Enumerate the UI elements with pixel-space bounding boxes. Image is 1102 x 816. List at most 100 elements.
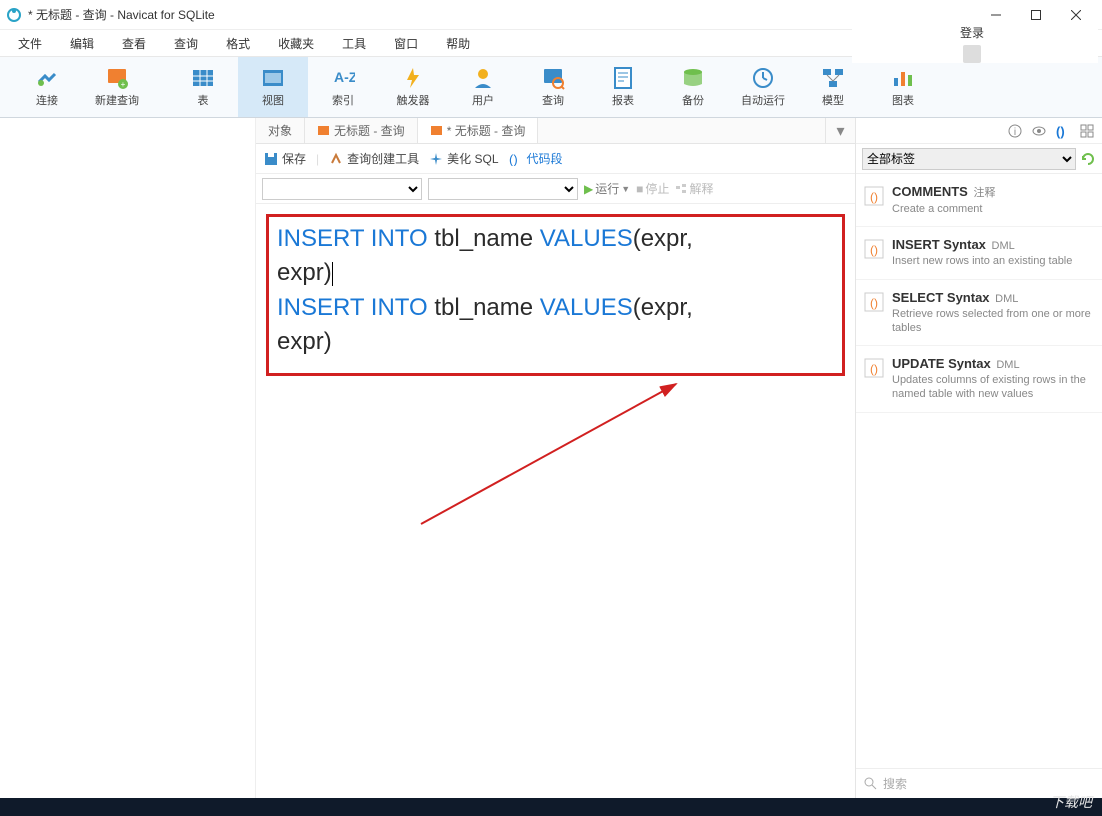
explain-button[interactable]: 解释 bbox=[675, 180, 713, 197]
svg-text:+: + bbox=[121, 80, 126, 89]
report-icon bbox=[611, 66, 635, 90]
menu-file[interactable]: 文件 bbox=[4, 35, 56, 52]
chevron-down-icon: ▼ bbox=[621, 184, 630, 194]
brackets-icon: () bbox=[509, 152, 523, 166]
menu-help[interactable]: 帮助 bbox=[432, 35, 484, 52]
menu-window[interactable]: 窗口 bbox=[380, 35, 432, 52]
chart-icon bbox=[891, 66, 915, 90]
sql-editor[interactable]: INSERT INTO tbl_name VALUES(expr, expr) … bbox=[256, 204, 855, 798]
info-icon[interactable]: i bbox=[1008, 124, 1022, 138]
query-tab-icon bbox=[430, 124, 443, 137]
plug-icon bbox=[35, 66, 59, 90]
right-panel-header: i () bbox=[856, 118, 1102, 144]
code-snippet-button[interactable]: ()代码段 bbox=[509, 150, 563, 167]
toolbar-model[interactable]: 模型 bbox=[798, 57, 868, 117]
toolbar-index[interactable]: A-Z索引 bbox=[308, 57, 378, 117]
toolbar-user[interactable]: 用户 bbox=[448, 57, 518, 117]
snippet-list: () COMMENTS 注释Create a comment () INSERT… bbox=[856, 174, 1102, 768]
eye-icon[interactable] bbox=[1032, 124, 1046, 138]
snippet-item[interactable]: () UPDATE Syntax DMLUpdates columns of e… bbox=[856, 346, 1102, 413]
sparkle-icon bbox=[429, 152, 443, 166]
svg-text:(): () bbox=[870, 190, 878, 204]
tab-dropdown-button[interactable]: ▾ bbox=[825, 118, 855, 143]
snippet-item[interactable]: () COMMENTS 注释Create a comment bbox=[856, 174, 1102, 227]
center-panel: 对象 无标题 - 查询 * 无标题 - 查询 ▾ 保存 | 查询创建工具 美化 … bbox=[256, 118, 856, 798]
toolbar-query[interactable]: 查询 bbox=[518, 57, 588, 117]
table-icon bbox=[191, 66, 215, 90]
menu-edit[interactable]: 编辑 bbox=[56, 35, 108, 52]
tab-untitled-2[interactable]: * 无标题 - 查询 bbox=[418, 118, 539, 143]
query-icon bbox=[541, 66, 565, 90]
grid-icon[interactable] bbox=[1080, 124, 1094, 138]
builder-icon bbox=[329, 152, 343, 166]
tag-filter-row: 全部标签 bbox=[856, 144, 1102, 174]
toolbar-newquery[interactable]: +新建查询 bbox=[82, 57, 152, 117]
svg-text:i: i bbox=[1014, 127, 1016, 138]
index-icon: A-Z bbox=[331, 66, 355, 90]
query-tab-icon bbox=[317, 124, 330, 137]
tab-untitled-1[interactable]: 无标题 - 查询 bbox=[305, 118, 418, 143]
search-icon bbox=[864, 777, 877, 790]
play-icon: ▶ bbox=[584, 182, 593, 196]
toolbar-chart[interactable]: 图表 bbox=[868, 57, 938, 117]
svg-text:(): () bbox=[870, 296, 878, 310]
brackets-icon[interactable]: () bbox=[1056, 124, 1070, 138]
save-icon bbox=[264, 152, 278, 166]
menu-view[interactable]: 查看 bbox=[108, 35, 160, 52]
tab-strip: 对象 无标题 - 查询 * 无标题 - 查询 ▾ bbox=[256, 118, 855, 144]
toolbar-auto[interactable]: 自动运行 bbox=[728, 57, 798, 117]
svg-text:(): () bbox=[509, 152, 518, 166]
stop-button[interactable]: ■停止 bbox=[636, 180, 669, 197]
svg-text:(): () bbox=[870, 243, 878, 257]
view-icon bbox=[261, 66, 285, 90]
explain-icon bbox=[675, 183, 687, 195]
tag-filter-select[interactable]: 全部标签 bbox=[862, 148, 1076, 170]
menu-query[interactable]: 查询 bbox=[160, 35, 212, 52]
highlighted-code-region: INSERT INTO tbl_name VALUES(expr, expr) … bbox=[266, 214, 845, 376]
toolbar-report[interactable]: 报表 bbox=[588, 57, 658, 117]
query-builder-button[interactable]: 查询创建工具 bbox=[329, 150, 419, 167]
snippet-icon: () bbox=[864, 292, 884, 312]
toolbar-trigger[interactable]: 触发器 bbox=[378, 57, 448, 117]
svg-text:(): () bbox=[870, 362, 878, 376]
menu-tools[interactable]: 工具 bbox=[328, 35, 380, 52]
snippet-icon: () bbox=[864, 358, 884, 378]
save-button[interactable]: 保存 bbox=[264, 150, 306, 167]
stop-icon: ■ bbox=[636, 182, 643, 196]
run-button[interactable]: ▶运行▼ bbox=[584, 180, 630, 197]
tab-objects[interactable]: 对象 bbox=[256, 118, 305, 143]
connection-select[interactable] bbox=[262, 178, 422, 200]
login-link[interactable]: 登录 bbox=[956, 24, 988, 41]
query-toolbar: 保存 | 查询创建工具 美化 SQL ()代码段 bbox=[256, 144, 855, 174]
status-bar bbox=[0, 798, 1102, 816]
model-icon bbox=[821, 66, 845, 90]
refresh-icon[interactable] bbox=[1080, 151, 1096, 167]
toolbar-view[interactable]: 视图 bbox=[238, 57, 308, 117]
menu-bar: 文件 编辑 查看 查询 格式 收藏夹 工具 窗口 帮助 登录 bbox=[0, 30, 1102, 56]
beautify-sql-button[interactable]: 美化 SQL bbox=[429, 150, 498, 167]
database-select[interactable] bbox=[428, 178, 578, 200]
avatar-icon[interactable] bbox=[963, 45, 981, 63]
annotation-arrow bbox=[416, 374, 696, 534]
snippet-icon: () bbox=[864, 186, 884, 206]
toolbar-backup[interactable]: 备份 bbox=[658, 57, 728, 117]
snippet-search[interactable]: 搜索 bbox=[856, 768, 1102, 798]
clock-icon bbox=[751, 66, 775, 90]
left-panel bbox=[0, 118, 256, 798]
toolbar-connect[interactable]: 连接 bbox=[12, 57, 82, 117]
user-icon bbox=[471, 66, 495, 90]
snippet-item[interactable]: () SELECT Syntax DMLRetrieve rows select… bbox=[856, 280, 1102, 347]
right-panel: i () 全部标签 () COMMENTS 注释Create a comment… bbox=[856, 118, 1102, 798]
snippet-item[interactable]: () INSERT Syntax DMLInsert new rows into… bbox=[856, 227, 1102, 279]
query-context-bar: ▶运行▼ ■停止 解释 bbox=[256, 174, 855, 204]
bolt-icon bbox=[401, 66, 425, 90]
app-logo-icon bbox=[6, 7, 22, 23]
main-toolbar: 连接 +新建查询 表 视图 A-Z索引 触发器 用户 查询 报表 备份 自动运行… bbox=[0, 56, 1102, 118]
window-title: * 无标题 - 查询 - Navicat for SQLite bbox=[28, 6, 976, 23]
newquery-icon: + bbox=[105, 66, 129, 90]
menu-format[interactable]: 格式 bbox=[212, 35, 264, 52]
toolbar-table[interactable]: 表 bbox=[168, 57, 238, 117]
backup-icon bbox=[681, 66, 705, 90]
text-cursor bbox=[332, 262, 333, 286]
menu-favorites[interactable]: 收藏夹 bbox=[264, 35, 328, 52]
